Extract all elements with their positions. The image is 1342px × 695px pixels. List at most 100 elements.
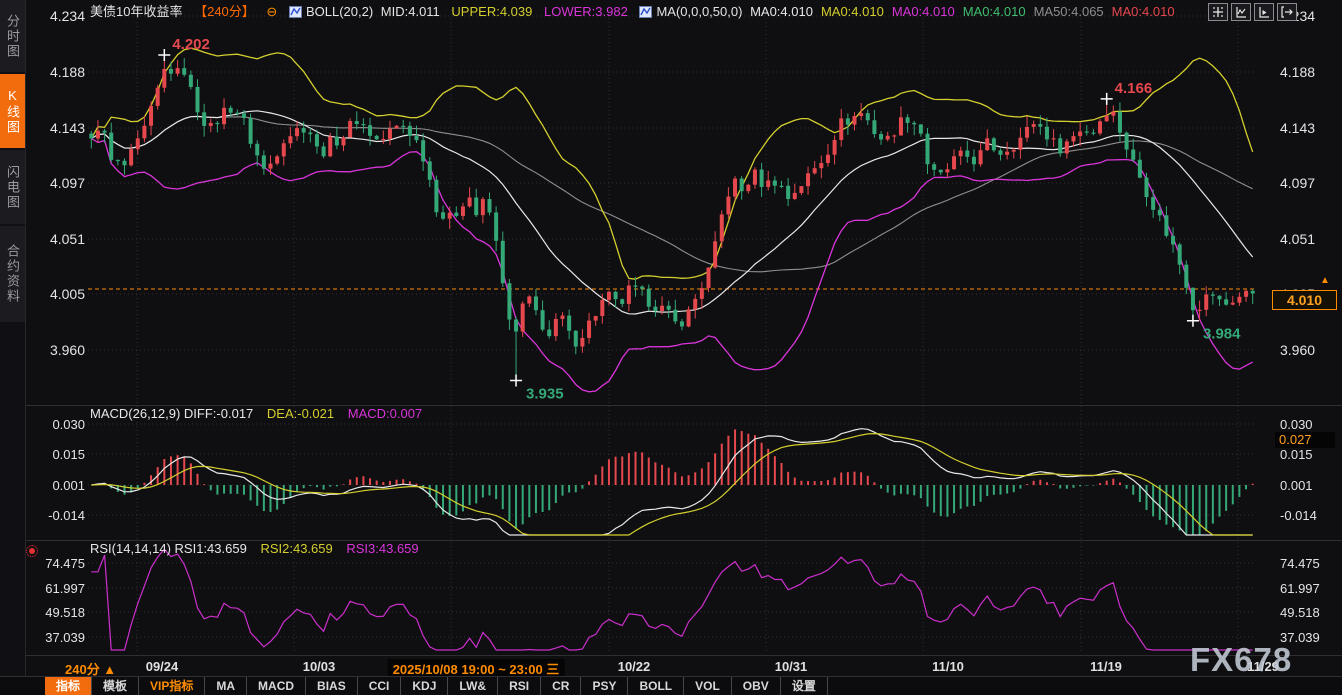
collapse-icon[interactable]: ⊖	[266, 4, 277, 19]
period-badge[interactable]: 【240分】	[194, 4, 255, 19]
toolbar-tab-MACD[interactable]: MACD	[247, 677, 306, 695]
toolbar-tab-BOLL[interactable]: BOLL	[628, 677, 684, 695]
candle-body	[693, 299, 697, 309]
candle-body	[647, 289, 651, 307]
candle-body	[1171, 236, 1175, 245]
candle-body	[401, 126, 405, 127]
candle-body	[634, 286, 638, 287]
candle-body	[1164, 215, 1168, 236]
candle-body	[813, 168, 817, 173]
candle-body	[1085, 131, 1089, 132]
candle-body	[793, 193, 797, 199]
candle-body	[1191, 288, 1195, 310]
sidebar-tab-2[interactable]: K线图	[0, 74, 25, 148]
candle-body	[1224, 299, 1228, 304]
current-price-badge: 4.010	[1272, 290, 1337, 310]
toolbar-tab-VOL[interactable]: VOL	[684, 677, 732, 695]
candle-body	[149, 106, 153, 126]
candle-body	[355, 121, 359, 124]
price-up-arrow-icon: ▲	[1320, 275, 1330, 286]
candle-body	[726, 197, 730, 215]
candle-body	[182, 68, 186, 75]
candle-body	[627, 286, 631, 304]
ma-value-2: MA0:4.010	[821, 4, 884, 19]
toolbar-tab-MA[interactable]: MA	[205, 677, 247, 695]
exit-window-icon[interactable]	[1277, 3, 1297, 21]
candle-body	[395, 126, 399, 129]
candle-body	[965, 151, 969, 157]
candle-body	[375, 136, 379, 139]
move-tool-icon[interactable]	[1208, 3, 1228, 21]
candle-body	[448, 213, 452, 219]
candle-body	[713, 241, 717, 267]
boll-indicator-icon[interactable]	[289, 6, 302, 18]
sidebar-tab-3[interactable]: 闪电图	[0, 150, 25, 224]
candle-body	[687, 309, 691, 326]
candle-body	[368, 125, 372, 136]
candle-body	[1078, 131, 1082, 136]
toolbar-tab-OBV[interactable]: OBV	[732, 677, 781, 695]
sidebar-tab-1[interactable]: 分时图	[0, 0, 25, 72]
candle-body	[607, 292, 611, 300]
candle-body	[594, 316, 598, 321]
candle-body	[1151, 197, 1155, 210]
candle-body	[215, 123, 219, 124]
toolbar-tab-VIP指标[interactable]: VIP指标	[139, 677, 205, 695]
toolbar-tab-CR[interactable]: CR	[541, 677, 581, 695]
candle-body	[1018, 138, 1022, 150]
rsi3: RSI3:43.659	[346, 541, 418, 556]
toolbar-tab-模板[interactable]: 模板	[92, 677, 139, 695]
playback-window-icon[interactable]	[1254, 3, 1274, 21]
candle-body	[819, 163, 823, 168]
toolbar-tab-PSY[interactable]: PSY	[581, 677, 628, 695]
candle-body	[388, 129, 392, 139]
toolbar-tab-指标[interactable]: 指标	[45, 677, 92, 695]
candle-body	[202, 112, 206, 126]
candle-body	[614, 292, 618, 299]
instrument-title: 美债10年收益率	[90, 4, 182, 19]
candle-body	[673, 310, 677, 322]
high-annotation: 4.202	[172, 36, 210, 53]
toolbar-tab-CCI[interactable]: CCI	[358, 677, 402, 695]
candle-body	[169, 69, 173, 74]
candle-body	[554, 319, 558, 336]
candle-body	[229, 108, 233, 113]
candle-body	[932, 164, 936, 170]
rsi-axis-label-left: 49.518	[45, 605, 85, 620]
sidebar-tab-4[interactable]: 合约资料	[0, 226, 25, 322]
candle-body	[222, 108, 226, 124]
candle-body	[288, 136, 292, 143]
live-dot	[29, 548, 35, 554]
candle-body	[235, 113, 239, 114]
toolbar-tab-RSI[interactable]: RSI	[498, 677, 541, 695]
candle-body	[322, 146, 326, 156]
ma-indicator-icon[interactable]	[639, 6, 652, 18]
price-axis-label-left: 4.143	[50, 120, 85, 136]
toolbar-tab-KDJ[interactable]: KDJ	[401, 677, 448, 695]
candle-body	[1184, 265, 1188, 288]
toolbar-tab-BIAS[interactable]: BIAS	[306, 677, 358, 695]
candle-body	[600, 300, 604, 316]
candle-body	[1125, 133, 1129, 150]
price-axis-label-left: 3.960	[50, 342, 85, 358]
candle-body	[912, 123, 916, 124]
candle-body	[660, 306, 664, 311]
candle-body	[972, 157, 976, 164]
price-axis-label-right: 4.051	[1280, 231, 1315, 247]
chart-canvas: 4.2344.2344.1884.1884.1434.1434.0974.097…	[0, 0, 1342, 695]
toolbar-tab-设置[interactable]: 设置	[781, 677, 828, 695]
candle-body	[1251, 291, 1255, 294]
boll-mid-line	[91, 111, 1252, 314]
macd-dea: DEA:-0.021	[267, 406, 334, 421]
rsi-axis-label-left: 37.039	[45, 630, 85, 645]
candle-body	[760, 170, 764, 187]
indicator-window-icon[interactable]	[1231, 3, 1251, 21]
candle-body	[381, 139, 385, 140]
macd-current-value-badge: 0.027	[1275, 432, 1335, 448]
candle-body	[116, 160, 120, 161]
toolbar-tab-LW&[interactable]: LW&	[448, 677, 498, 695]
macd-axis-label-right: 0.015	[1280, 447, 1313, 462]
price-axis-label-right: 4.143	[1280, 120, 1315, 136]
candle-body	[162, 69, 166, 88]
candle-body	[176, 68, 180, 74]
